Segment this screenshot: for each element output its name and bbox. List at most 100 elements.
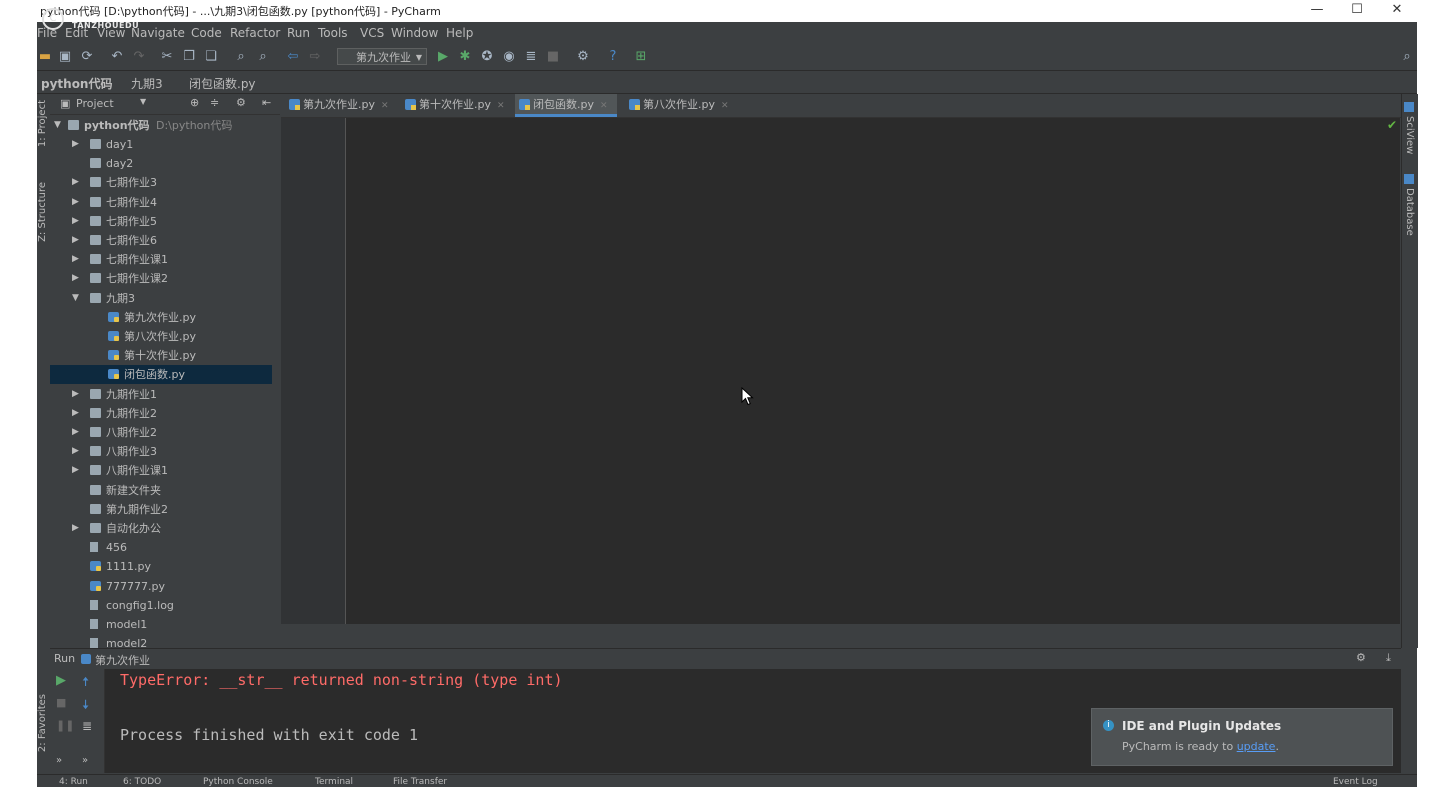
run-icon[interactable]: ▶ — [435, 49, 451, 65]
tool-window-structure[interactable]: Z: Structure — [37, 182, 48, 242]
tree-item[interactable]: ▶ 八期作业2 — [50, 423, 272, 442]
chevron-right-icon[interactable]: ▶ — [72, 423, 82, 442]
maximize-button[interactable]: ☐ — [1337, 0, 1377, 22]
chevron-right-icon[interactable]: ▶ — [72, 250, 82, 269]
tree-item[interactable]: 第九次作业.py — [50, 308, 272, 327]
tree-item[interactable]: ▼ 九期3 — [50, 289, 272, 308]
update-notification[interactable]: i IDE and Plugin Updates PyCharm is read… — [1091, 708, 1393, 766]
forward-icon[interactable]: ⇨ — [307, 49, 323, 65]
minimize-button[interactable]: — — [1297, 0, 1337, 22]
tab-第九次作业[interactable]: 第九次作业.py ✕ — [285, 94, 403, 117]
more-icon[interactable]: » — [82, 755, 88, 766]
menu-tools[interactable]: Tools — [318, 26, 348, 40]
tab-闭包函数[interactable]: 闭包函数.py ✕ — [515, 94, 617, 117]
open-folder-icon[interactable]: ▬ — [37, 49, 53, 65]
chevron-down-icon[interactable]: ▼ — [72, 289, 82, 308]
gear-icon[interactable]: ⚙ — [1356, 651, 1366, 664]
chevron-right-icon[interactable]: ▶ — [72, 519, 82, 538]
vcs-icon[interactable]: ⊞ — [633, 49, 649, 65]
pause-icon[interactable]: ❚❚ — [56, 719, 74, 732]
close-tab-icon[interactable]: ✕ — [721, 101, 729, 111]
tool-window-project[interactable]: 1: Project — [37, 100, 48, 147]
tree-root[interactable]: ▼ python代码 D:\python代码 — [50, 116, 272, 135]
tree-item[interactable]: ▶ 九期作业2 — [50, 404, 272, 423]
tree-item[interactable]: ▶ 七期作业4 — [50, 193, 272, 212]
tree-item[interactable]: 新建文件夹 — [50, 481, 272, 500]
back-icon[interactable]: ⇦ — [285, 49, 301, 65]
down-arrow-icon[interactable]: 🠇 — [82, 696, 89, 718]
tab-第十次作业[interactable]: 第十次作业.py ✕ — [401, 94, 519, 117]
help-icon[interactable]: ? — [605, 49, 621, 65]
menu-vcs[interactable]: VCS — [360, 26, 384, 40]
tree-item[interactable]: 第八次作业.py — [50, 327, 272, 346]
undo-icon[interactable]: ↶ — [109, 49, 125, 65]
menu-code[interactable]: Code — [191, 26, 222, 40]
project-view-selector[interactable]: Project — [76, 97, 114, 110]
tree-item[interactable]: 456 — [50, 538, 272, 557]
gear-icon[interactable]: ⚙ — [236, 96, 246, 109]
debug-icon[interactable]: ✱ — [457, 49, 473, 65]
redo-icon[interactable]: ↷ — [131, 49, 147, 65]
tree-item[interactable]: ▶ 八期作业课1 — [50, 461, 272, 480]
replace-icon[interactable]: ⌕ — [255, 49, 271, 65]
chevron-right-icon[interactable]: ▶ — [72, 404, 82, 423]
rerun-icon[interactable]: ▶ — [56, 673, 66, 688]
menu-window[interactable]: Window — [391, 26, 438, 40]
tree-item[interactable]: 第十次作业.py — [50, 346, 272, 365]
update-link[interactable]: update — [1237, 740, 1276, 753]
paste-icon[interactable]: ❏ — [203, 49, 219, 65]
settings-icon[interactable]: ⚙ — [575, 49, 591, 65]
tree-item[interactable]: ▶ 七期作业课1 — [50, 250, 272, 269]
chevron-right-icon[interactable]: ▶ — [72, 193, 82, 212]
tree-item[interactable]: 1111.py — [50, 557, 272, 576]
tool-window-database[interactable]: Database — [1404, 188, 1415, 236]
chevron-down-icon[interactable]: ▼ — [140, 97, 146, 106]
run-config-select[interactable]: 第九次作业 ▼ — [337, 48, 427, 65]
tree-item[interactable]: ▶ 七期作业3 — [50, 173, 272, 192]
tool-window-sciview[interactable]: SciView — [1404, 116, 1415, 154]
save-icon[interactable]: ▣ — [57, 49, 73, 65]
more-icon[interactable]: » — [56, 755, 62, 766]
search-everywhere-icon[interactable]: ⌕ — [1399, 49, 1415, 65]
breadcrumb-folder[interactable]: 九期3 — [131, 75, 163, 92]
chevron-right-icon[interactable]: ▶ — [72, 173, 82, 192]
hide-icon[interactable]: ⇤ — [262, 96, 271, 109]
chevron-right-icon[interactable]: ▶ — [72, 269, 82, 288]
chevron-right-icon[interactable]: ▶ — [72, 385, 82, 404]
breadcrumb-project[interactable]: python代码 — [41, 75, 112, 92]
menu-run[interactable]: Run — [287, 26, 310, 40]
chevron-right-icon[interactable]: ▶ — [72, 231, 82, 250]
tree-item[interactable]: ▶ day1 — [50, 135, 272, 154]
tab-第八次作业[interactable]: 第八次作业.py ✕ — [625, 94, 743, 117]
close-button[interactable]: ✕ — [1377, 0, 1417, 22]
tree-item[interactable]: ▶ 九期作业1 — [50, 385, 272, 404]
soft-wrap-icon[interactable]: ≣ — [82, 719, 92, 733]
find-icon[interactable]: ⌕ — [233, 49, 249, 65]
chevron-right-icon[interactable]: ▶ — [72, 461, 82, 480]
chevron-right-icon[interactable]: ▶ — [72, 212, 82, 231]
tree-item[interactable]: 第九期作业2 — [50, 500, 272, 519]
sync-icon[interactable]: ⟳ — [79, 49, 95, 65]
close-tab-icon[interactable]: ✕ — [381, 101, 389, 111]
scroll-from-source-icon[interactable]: ⊕ — [190, 96, 199, 109]
hide-panel-icon[interactable]: ⤓ — [1386, 651, 1391, 665]
stop-icon[interactable]: ■ — [545, 49, 561, 65]
tree-item-selected[interactable]: 闭包函数.py — [50, 365, 272, 385]
copy-icon[interactable]: ❐ — [181, 49, 197, 65]
tool-window-favorites[interactable]: 2: Favorites — [37, 694, 48, 752]
tree-item[interactable]: ▶ 七期作业5 — [50, 212, 272, 231]
coverage-icon[interactable]: ✪ — [479, 49, 495, 65]
tree-item[interactable]: model1 — [50, 615, 272, 634]
tree-item[interactable]: ▶ 七期作业课2 — [50, 269, 272, 288]
breadcrumb-file[interactable]: 闭包函数.py — [189, 75, 256, 92]
profile-icon[interactable]: ◉ — [501, 49, 517, 65]
tree-item[interactable]: ▶ 八期作业3 — [50, 442, 272, 461]
close-tab-icon[interactable]: ✕ — [497, 101, 505, 111]
code-editor[interactable] — [346, 118, 1400, 624]
close-tab-icon[interactable]: ✕ — [600, 101, 608, 111]
tree-item[interactable]: ▶ 自动化办公 — [50, 519, 272, 538]
up-arrow-icon[interactable]: 🠅 — [82, 673, 89, 695]
chevron-right-icon[interactable]: ▶ — [72, 442, 82, 461]
tree-item[interactable]: day2 — [50, 154, 272, 173]
tree-item[interactable]: 777777.py — [50, 577, 272, 596]
